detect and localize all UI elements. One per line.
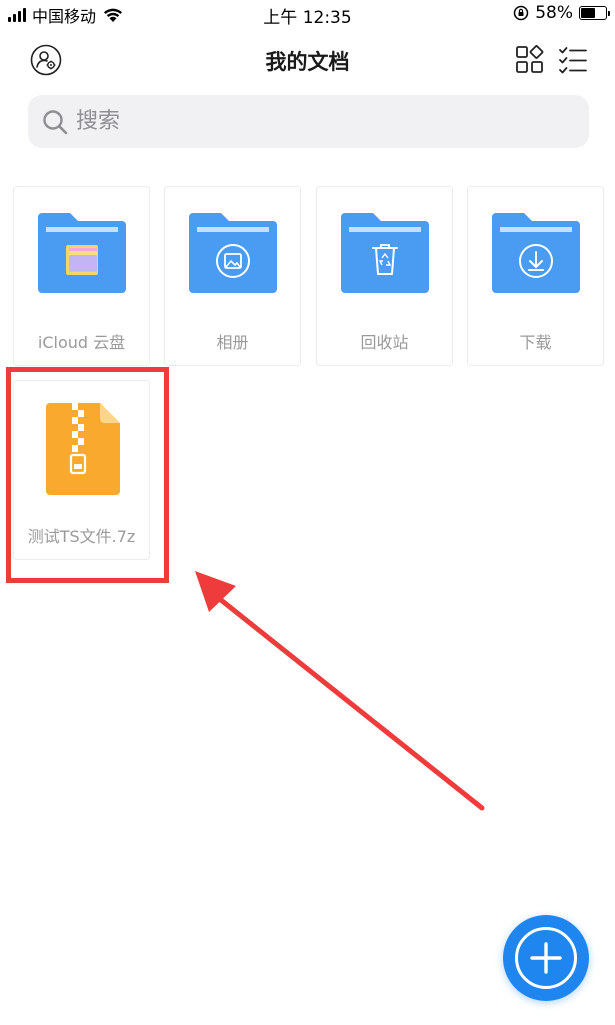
battery-icon	[579, 6, 610, 20]
add-button[interactable]	[503, 915, 589, 1001]
item-label: 下载	[519, 333, 552, 352]
folder-tile-download[interactable]: 下载	[467, 186, 604, 366]
folder-recycle-icon	[340, 213, 429, 293]
file-tile-7z[interactable]: 测试TS文件.7z	[13, 380, 150, 560]
add-ring	[515, 927, 577, 989]
battery-fill	[581, 8, 595, 18]
search-icon	[43, 109, 68, 134]
zip-file-icon	[45, 403, 120, 495]
folder-tile-recycle[interactable]: 回收站	[316, 186, 453, 366]
search-bar[interactable]	[28, 95, 589, 148]
status-right: 58%	[513, 3, 610, 23]
search-input[interactable]	[76, 109, 556, 134]
folder-files-icon	[37, 213, 126, 293]
item-label: iCloud 云盘	[37, 333, 126, 352]
orientation-lock-icon	[513, 5, 529, 21]
folder-tile-photos[interactable]: 相册	[164, 186, 301, 366]
plus-icon	[530, 942, 562, 974]
folder-download-icon	[491, 213, 580, 293]
grid-view-icon[interactable]	[515, 45, 545, 75]
battery-percent: 58%	[535, 3, 573, 23]
status-bar: 中国移动 上午 12:35 58%	[0, 0, 615, 28]
item-label: 测试TS文件.7z	[27, 527, 136, 546]
checklist-icon[interactable]	[558, 45, 588, 75]
item-label: 相册	[216, 333, 249, 352]
header: 我的文档	[0, 36, 615, 86]
item-label: 回收站	[360, 333, 409, 352]
documents-screen: 中国移动 上午 12:35 58% 我的文档 搜索 iCloud 云盘 相册 回…	[0, 0, 615, 1025]
folder-photo-icon	[188, 213, 277, 293]
folder-tile-icloud[interactable]: iCloud 云盘	[13, 186, 150, 366]
